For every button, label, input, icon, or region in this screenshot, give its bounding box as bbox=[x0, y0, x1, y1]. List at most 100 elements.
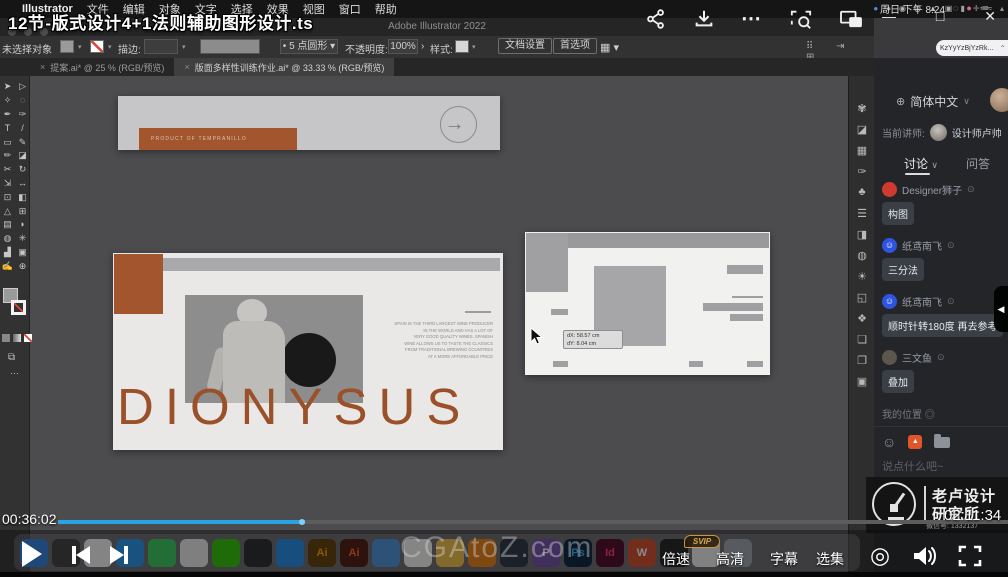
document-setup-button[interactable]: 文档设置 bbox=[498, 38, 552, 54]
chat-avatar[interactable]: ☺ bbox=[882, 294, 897, 309]
tab2-close-icon[interactable]: × bbox=[184, 62, 189, 72]
curvature-tool[interactable]: ✑ bbox=[19, 110, 27, 119]
share-icon[interactable] bbox=[645, 8, 667, 30]
zoom-tool[interactable]: ⊕ bbox=[19, 262, 27, 271]
lasso-tool[interactable]: ◌ bbox=[20, 96, 25, 105]
rectangle-tool[interactable]: ▭ bbox=[3, 138, 12, 147]
fullscreen-icon[interactable] bbox=[958, 545, 982, 567]
document-tab-2[interactable]: × 版面多样性训练作业.ai* @ 33.33 % (RGB/预览) bbox=[174, 58, 394, 76]
artboard-tool[interactable]: ▣ bbox=[18, 248, 27, 257]
brush-preset-dropdown[interactable]: • 5 点圆形 ▾ bbox=[280, 39, 338, 54]
gradient-button[interactable] bbox=[13, 334, 21, 342]
menu-window[interactable]: 窗口 bbox=[339, 1, 361, 17]
rotate-tool[interactable]: ↻ bbox=[19, 165, 27, 174]
chat-avatar[interactable] bbox=[882, 182, 897, 197]
width-tool[interactable]: ↔ bbox=[18, 179, 27, 188]
download-icon[interactable] bbox=[693, 8, 715, 30]
tab1-close-icon[interactable]: × bbox=[40, 62, 45, 72]
transparency-panel[interactable]: ◍ bbox=[857, 249, 867, 270]
gradient-panel[interactable]: ◨ bbox=[857, 228, 867, 249]
selection-tool[interactable]: ➤ bbox=[4, 82, 12, 91]
toolbar-more-icon[interactable]: ⋯ bbox=[10, 368, 20, 379]
player-settings-icon[interactable]: ◎ bbox=[870, 544, 890, 567]
basic-panel-icon[interactable]: ▦ ▾ bbox=[600, 41, 619, 54]
eraser-tool[interactable]: ◪ bbox=[18, 151, 27, 160]
more-options-icon[interactable]: ⋯ bbox=[741, 12, 763, 26]
free-transform-tool[interactable]: ⊡ bbox=[4, 193, 12, 202]
variable-width-dropdown[interactable] bbox=[200, 39, 260, 54]
color-button[interactable] bbox=[2, 334, 10, 342]
my-location-button[interactable]: 我的位置 ◎ bbox=[882, 406, 935, 421]
gradient-tool[interactable]: ▤ bbox=[3, 220, 12, 229]
line-tool[interactable]: / bbox=[21, 124, 24, 133]
chat-collapse-handle[interactable]: ◀ bbox=[994, 286, 1008, 332]
opacity-input[interactable]: 100% bbox=[388, 39, 418, 54]
shape-builder-tool[interactable]: ◧ bbox=[18, 193, 27, 202]
pen-tool[interactable]: ✒ bbox=[4, 110, 12, 119]
playback-speed-button[interactable]: 倍速 bbox=[662, 549, 690, 569]
artboard-dionysus[interactable]: SPAIN IS THE THIRD LARGEST WINE PRODUCER… bbox=[113, 253, 503, 450]
stroke-weight-input[interactable] bbox=[144, 39, 178, 54]
document-tab-1[interactable]: × 提案.ai* @ 25 % (RGB/预览) bbox=[30, 58, 174, 76]
volume-icon[interactable] bbox=[912, 545, 938, 567]
artboards-panel[interactable]: ❏ bbox=[857, 333, 867, 354]
draw-mode-icon[interactable]: ⧉ bbox=[8, 352, 15, 363]
canvas-pasteboard[interactable]: PRODUCT OF TEMPRANILLO → SPAIN IS THE TH… bbox=[30, 76, 848, 577]
gradient-corner-panel[interactable]: ◪ bbox=[857, 123, 867, 144]
direct-selection-tool[interactable]: ▷ bbox=[19, 82, 26, 91]
emoji-icon[interactable]: ☺ bbox=[882, 434, 896, 450]
subtitles-button[interactable]: 字幕 bbox=[770, 549, 798, 569]
style-caret-icon[interactable]: ▾ bbox=[472, 43, 476, 51]
previous-episode-button[interactable] bbox=[72, 546, 90, 564]
chat-input[interactable]: 说点什么吧~ bbox=[882, 458, 943, 474]
artboard-wireframe[interactable]: dX: 58.57 cm dY: 8.04 cm bbox=[525, 232, 770, 375]
tab-discussion[interactable]: 讨论 ∨ bbox=[904, 155, 938, 172]
paintbrush-tool[interactable]: ✎ bbox=[19, 138, 27, 147]
fill-swatch[interactable] bbox=[60, 40, 74, 53]
perspective-grid-tool[interactable]: △ bbox=[4, 207, 11, 216]
chat-avatar[interactable]: ☺ bbox=[882, 238, 897, 253]
layers-panel[interactable]: ❖ bbox=[857, 312, 867, 333]
swatches-panel[interactable]: ▦ bbox=[857, 144, 867, 165]
symbol-sprayer-tool[interactable]: ✳ bbox=[19, 234, 27, 243]
stroke-weight-caret-icon[interactable]: ▾ bbox=[182, 43, 186, 51]
screenshot-icon[interactable] bbox=[789, 8, 813, 30]
episodes-button[interactable]: 选集 bbox=[816, 549, 844, 569]
graph-tool[interactable]: ▟ bbox=[4, 248, 11, 257]
window-close-button[interactable]: ✕ bbox=[984, 8, 996, 25]
pencil-tool[interactable]: ✏ bbox=[4, 151, 12, 160]
scissors-tool[interactable]: ✂ bbox=[4, 165, 12, 174]
chat-avatar[interactable] bbox=[882, 350, 897, 365]
scale-tool[interactable]: ⇲ bbox=[4, 179, 12, 188]
mesh-tool[interactable]: ⊞ bbox=[19, 207, 27, 216]
picture-in-picture-icon[interactable] bbox=[839, 9, 863, 29]
play-button[interactable] bbox=[22, 541, 42, 567]
fill-caret-icon[interactable]: ▾ bbox=[78, 43, 82, 51]
quality-button[interactable]: 高清 bbox=[716, 549, 744, 569]
stroke-caret-icon[interactable]: ▾ bbox=[108, 43, 112, 51]
seek-bar[interactable] bbox=[58, 520, 1008, 524]
stroke-swatch[interactable] bbox=[90, 40, 104, 53]
artboard-banner[interactable]: PRODUCT OF TEMPRANILLO → bbox=[118, 96, 500, 150]
brushes-panel[interactable]: ✑ bbox=[857, 165, 866, 186]
color-guide-panel[interactable]: ✾ bbox=[857, 102, 866, 123]
window-maximize-button[interactable]: □ bbox=[936, 8, 944, 25]
type-tool[interactable]: T bbox=[5, 124, 11, 133]
blend-tool[interactable]: ◍ bbox=[4, 234, 12, 243]
menu-help[interactable]: 帮助 bbox=[375, 1, 397, 17]
symbols-panel[interactable]: ♣ bbox=[858, 186, 865, 207]
share-page-icon[interactable]: ⌃ bbox=[999, 44, 1006, 53]
preferences-button[interactable]: 首选项 bbox=[553, 38, 597, 54]
stroke-panel[interactable]: ☰ bbox=[857, 207, 867, 228]
next-episode-button[interactable] bbox=[110, 546, 128, 564]
hand-tool[interactable]: ✍ bbox=[2, 262, 13, 271]
user-avatar[interactable] bbox=[990, 88, 1008, 112]
none-button[interactable] bbox=[24, 334, 32, 342]
toolbar-stroke-swatch[interactable] bbox=[11, 300, 26, 315]
appearance-panel[interactable]: ☀ bbox=[857, 270, 867, 291]
magic-wand-tool[interactable]: ✧ bbox=[4, 96, 12, 105]
window-minimize-button[interactable]: — bbox=[882, 8, 896, 25]
image-upload-icon[interactable]: ▲ bbox=[908, 435, 922, 449]
asset-export-panel[interactable]: ❐ bbox=[857, 354, 867, 375]
opacity-arrow-icon[interactable]: › bbox=[421, 41, 424, 52]
